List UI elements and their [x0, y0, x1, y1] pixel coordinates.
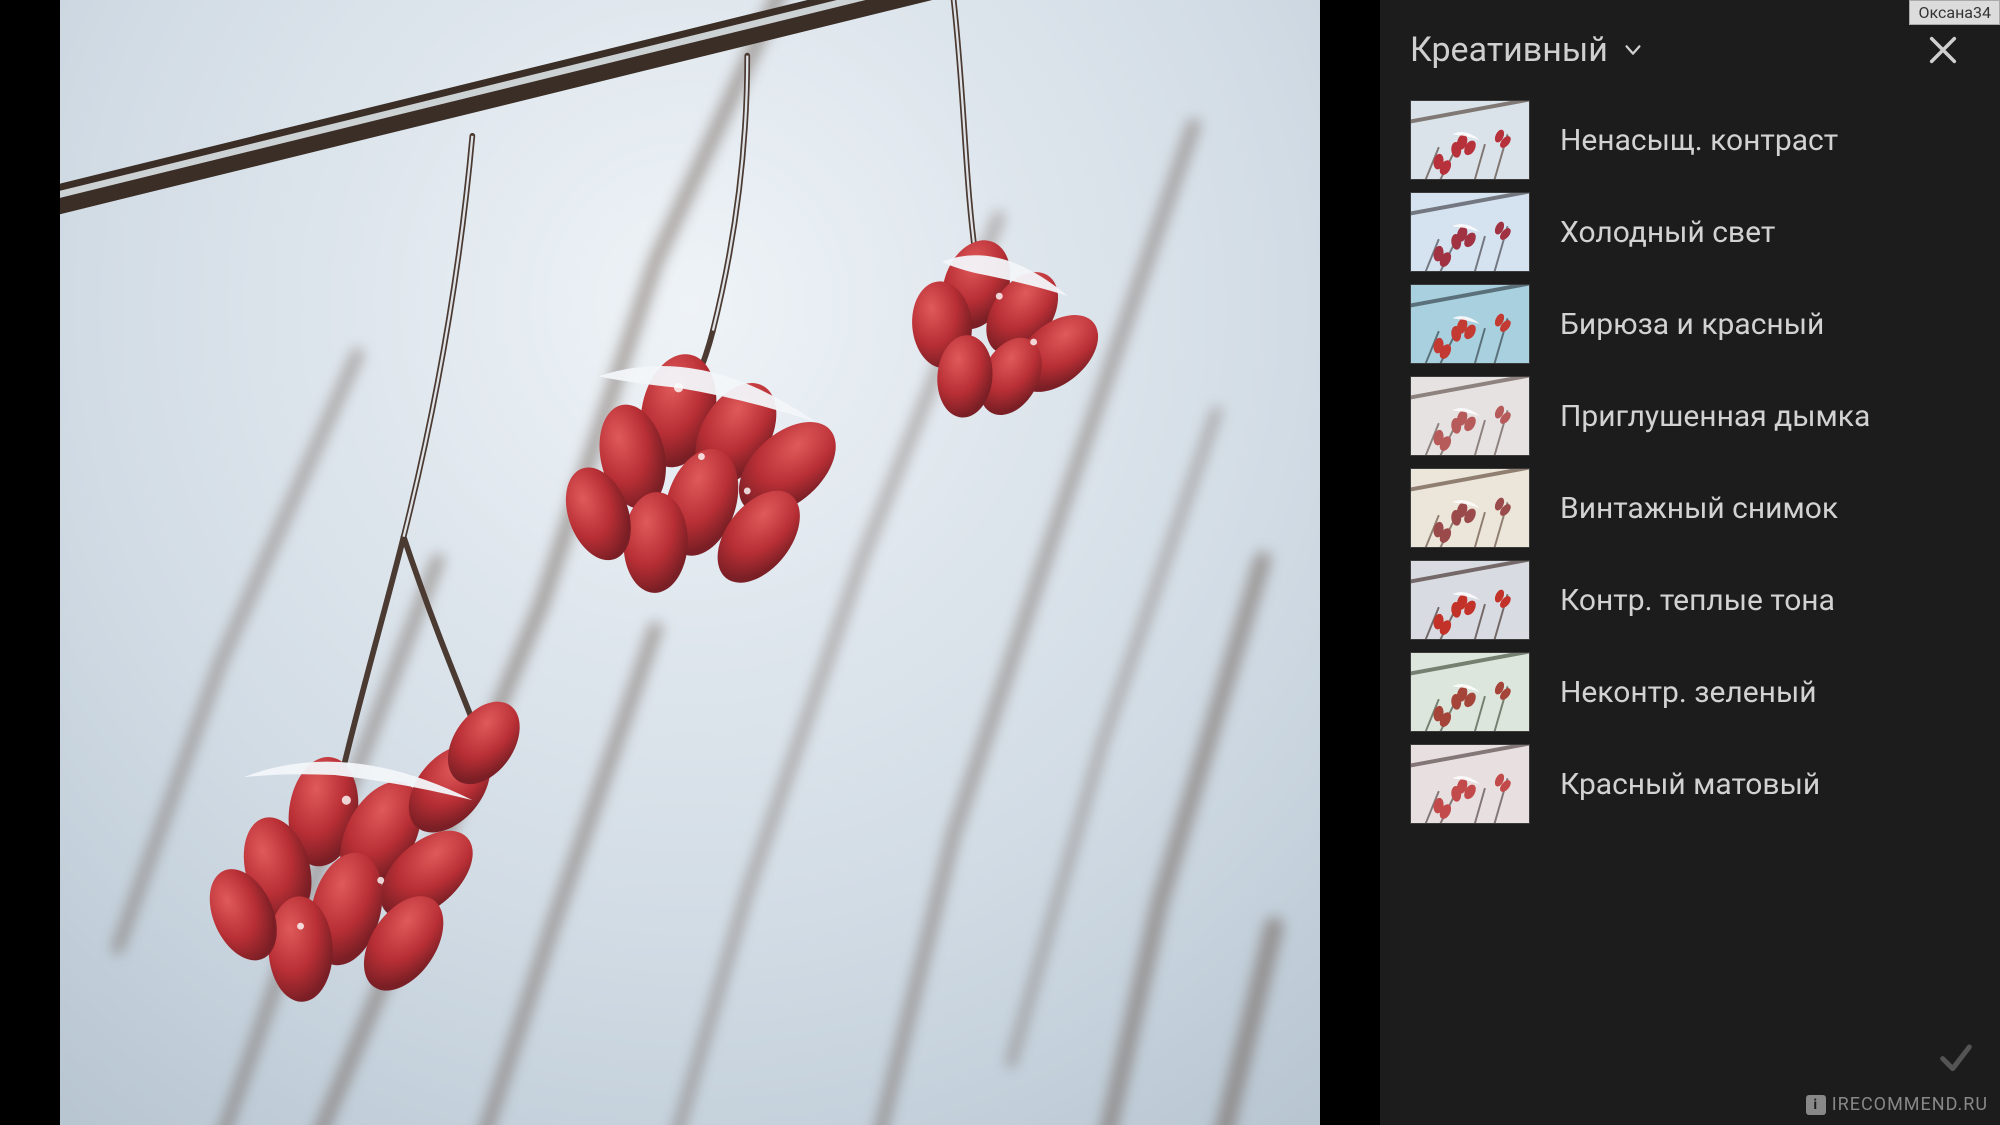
user-tag: Оксана34 [1909, 0, 2000, 25]
close-button[interactable] [1926, 33, 1960, 67]
preset-label: Приглушенная дымка [1560, 399, 1870, 434]
confirm-button[interactable] [1936, 1037, 1976, 1077]
preset-item[interactable]: Винтажный снимок [1410, 468, 1970, 548]
check-icon [1936, 1062, 1976, 1081]
preset-item[interactable]: Приглушенная дымка [1410, 376, 1970, 456]
preset-item[interactable]: Неконтр. зеленый [1410, 652, 1970, 732]
panel-title: Креативный [1410, 30, 1608, 70]
preset-item[interactable]: Холодный свет [1410, 192, 1970, 272]
preset-label: Холодный свет [1560, 215, 1775, 250]
preset-category-dropdown[interactable]: Креативный [1410, 30, 1644, 70]
preset-thumbnail [1410, 376, 1530, 456]
watermark: i IRECOMMEND.RU [1806, 1094, 1988, 1115]
preset-label: Бирюза и красный [1560, 307, 1824, 342]
panel-header: Креативный [1380, 0, 2000, 100]
preset-list[interactable]: Ненасыщ. контраст Холодный свет [1380, 100, 2000, 1125]
preset-thumbnail [1410, 560, 1530, 640]
watermark-text: IRECOMMEND.RU [1832, 1094, 1988, 1115]
preset-label: Контр. теплые тона [1560, 583, 1835, 618]
preset-thumbnail [1410, 192, 1530, 272]
chevron-down-icon [1622, 39, 1644, 61]
preset-thumbnail [1410, 284, 1530, 364]
preset-thumbnail [1410, 100, 1530, 180]
preset-label: Неконтр. зеленый [1560, 675, 1817, 710]
photo-canvas [0, 0, 1380, 1125]
preset-item[interactable]: Красный матовый [1410, 744, 1970, 824]
preset-thumbnail [1410, 468, 1530, 548]
preset-label: Ненасыщ. контраст [1560, 123, 1838, 158]
close-icon [1926, 52, 1960, 71]
preset-thumbnail [1410, 744, 1530, 824]
preset-label: Винтажный снимок [1560, 491, 1838, 526]
preset-item[interactable]: Бирюза и красный [1410, 284, 1970, 364]
preset-item[interactable]: Ненасыщ. контраст [1410, 100, 1970, 180]
presets-panel: Креативный [1380, 0, 2000, 1125]
preset-label: Красный матовый [1560, 767, 1820, 802]
watermark-badge-icon: i [1806, 1095, 1826, 1115]
preset-item[interactable]: Контр. теплые тона [1410, 560, 1970, 640]
preset-thumbnail [1410, 652, 1530, 732]
app-root: Креативный [0, 0, 2000, 1125]
main-photo [60, 0, 1320, 1125]
